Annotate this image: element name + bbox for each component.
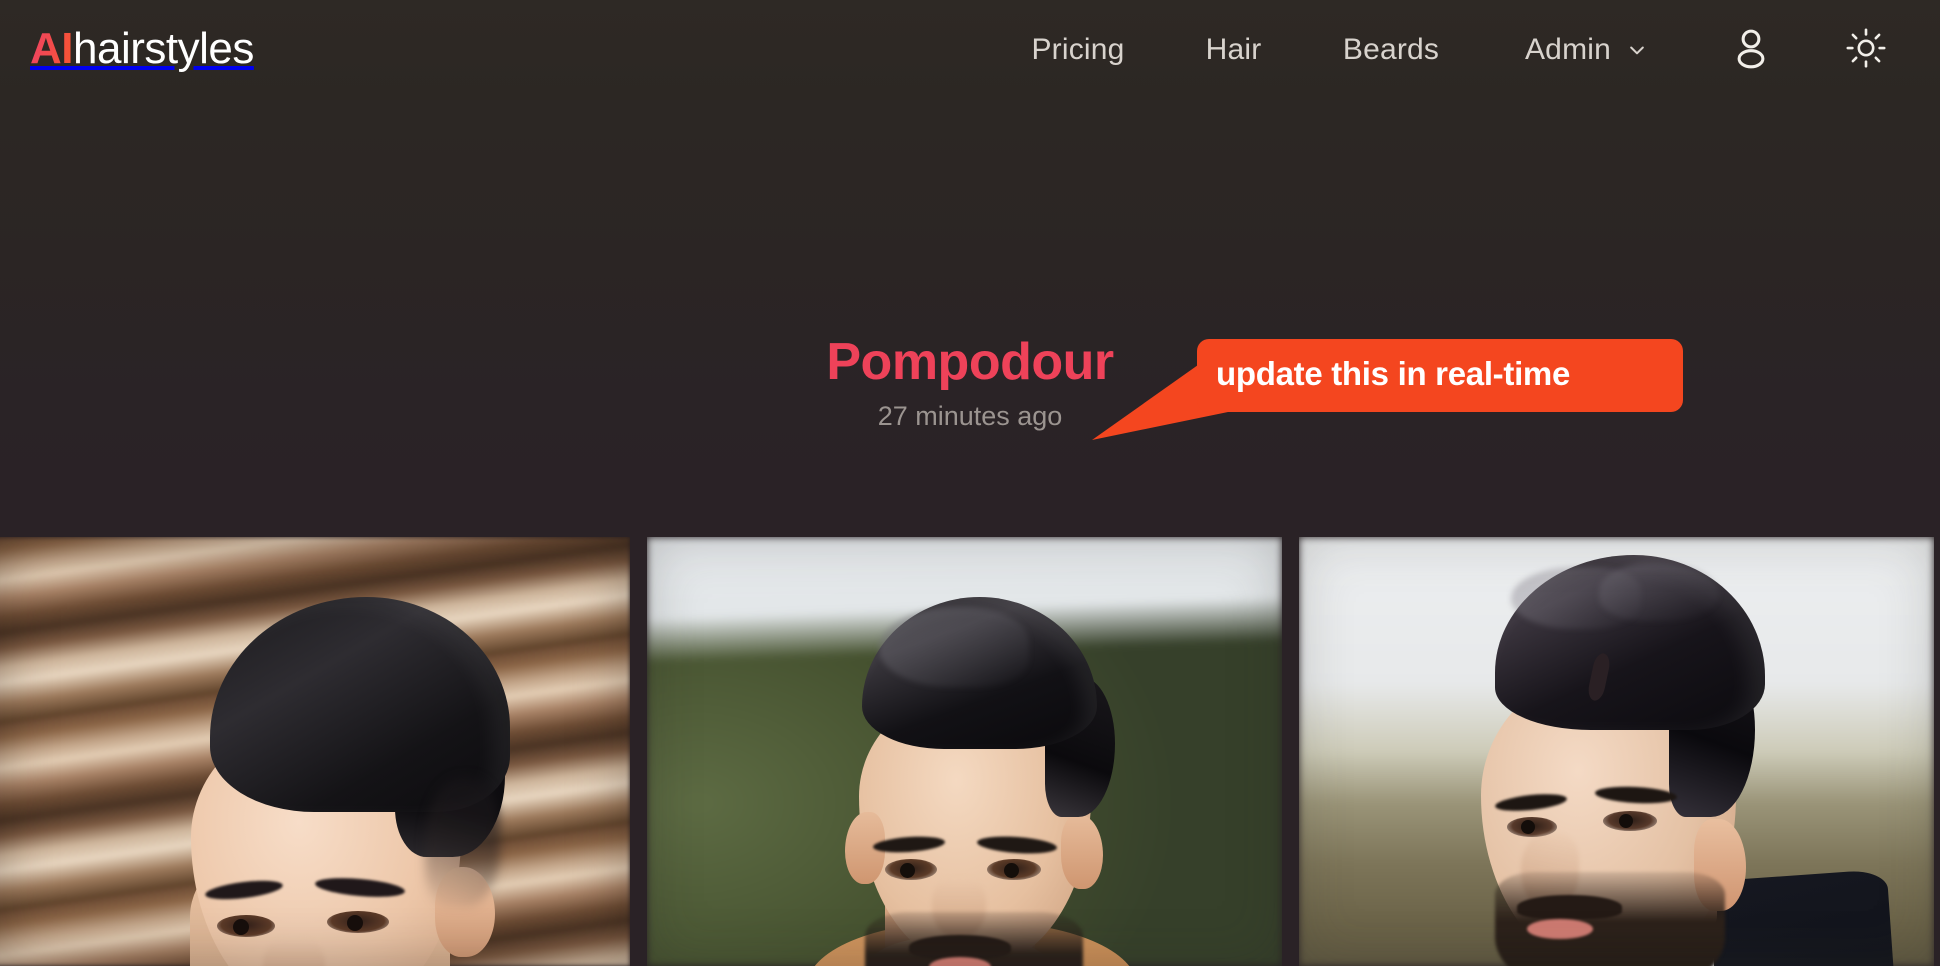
- logo-accent: AI: [30, 24, 74, 73]
- photo-3-vignette: [1299, 537, 1934, 966]
- admin-menu-trigger[interactable]: Admin: [1525, 33, 1647, 67]
- page-timestamp: 27 minutes ago: [877, 401, 1063, 431]
- hairstyle-gallery: [0, 537, 1940, 966]
- nav-link-hair[interactable]: Hair: [1206, 33, 1262, 67]
- photo-3-canvas: [1299, 537, 1934, 966]
- site-header: AIhairstyles Pricing Hair Beards Admin: [0, 0, 1940, 100]
- nav-item-pricing[interactable]: Pricing: [990, 33, 1166, 67]
- primary-nav: Pricing Hair Beards Admin: [990, 0, 1921, 100]
- photo-1-vignette: [0, 537, 630, 966]
- annotation-text: update this in real-time: [1216, 355, 1571, 392]
- logo-text: hairstyles: [73, 24, 254, 73]
- nav-item-hair[interactable]: Hair: [1166, 33, 1301, 67]
- app-root: AIhairstyles Pricing Hair Beards Admin P…: [0, 0, 1940, 966]
- sun-icon: [1845, 27, 1887, 74]
- photo-2-vignette: [647, 537, 1282, 966]
- nav-link-beards[interactable]: Beards: [1343, 33, 1439, 67]
- nav-item-admin[interactable]: Admin: [1481, 33, 1691, 67]
- chevron-down-icon: [1627, 40, 1647, 60]
- user-icon: [1728, 25, 1774, 76]
- theme-toggle-button[interactable]: [1811, 27, 1921, 74]
- nav-link-pricing[interactable]: Pricing: [1031, 33, 1124, 67]
- photo-2-canvas: [647, 537, 1282, 966]
- hairstyle-photo-2[interactable]: [647, 537, 1282, 966]
- hairstyle-photo-3[interactable]: [1299, 537, 1934, 966]
- admin-menu-label: Admin: [1524, 33, 1612, 66]
- photo-1-canvas: [0, 537, 630, 966]
- profile-button[interactable]: [1691, 25, 1811, 76]
- nav-item-beards[interactable]: Beards: [1301, 33, 1481, 67]
- hairstyle-photo-1[interactable]: [0, 537, 630, 966]
- logo[interactable]: AIhairstyles: [30, 20, 254, 78]
